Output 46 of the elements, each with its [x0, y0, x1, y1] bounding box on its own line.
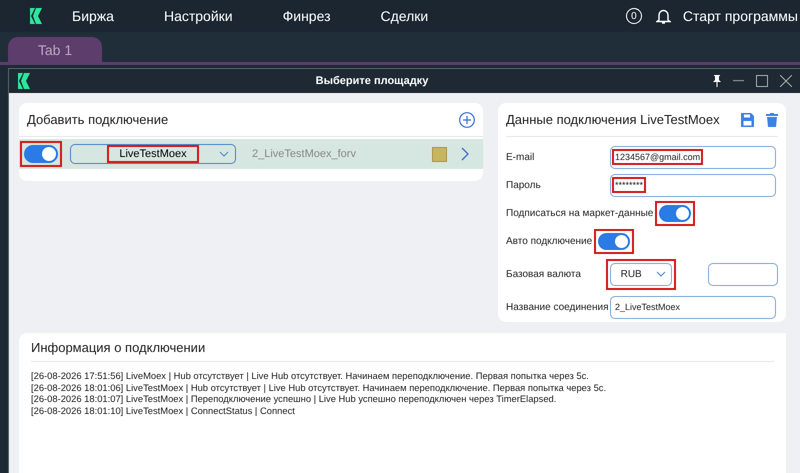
- logo-icon: [29, 7, 43, 25]
- card-title: Информация о подключении: [31, 340, 206, 354]
- logo-icon: [17, 72, 31, 90]
- maximize-icon[interactable]: [756, 75, 768, 87]
- field-label: Подписаться на маркет-данные: [506, 208, 654, 218]
- chevron-down-icon: [656, 271, 666, 277]
- tab[interactable]: Tab 1: [8, 37, 102, 62]
- trash-icon[interactable]: [766, 112, 778, 126]
- input-field[interactable]: ********: [610, 174, 776, 196]
- currency-dropdown[interactable]: RUB: [610, 262, 672, 286]
- notification-count[interactable]: 0: [626, 8, 642, 24]
- color-swatch[interactable]: [432, 146, 447, 162]
- save-icon[interactable]: [741, 112, 754, 126]
- chevron-down-icon: [219, 151, 229, 157]
- card-title: Добавить подключение: [27, 112, 168, 127]
- field-label: Название соединения: [506, 302, 610, 312]
- pin-icon[interactable]: [713, 75, 721, 87]
- field-label: Пароль: [506, 180, 542, 190]
- log-line: [26-08-2026 17:51:56] LiveMoex | Hub отсутствует | Live Hub отсутствует. Начинаем переподключение. Первая попытка через 5с.: [31, 370, 590, 382]
- field-label: Базовая валюта: [506, 268, 582, 280]
- window-title: Выберите площадку: [314, 75, 430, 87]
- menu-item[interactable]: Сделки: [380, 8, 428, 24]
- log-line: [26-08-2026 18:01:06] LiveTestMoex | Hub отсутствует | Live Hub отсутствует. Начинаем переподключение. Первая попытка через 5с.: [31, 382, 608, 393]
- close-icon[interactable]: [780, 75, 792, 87]
- menu-item[interactable]: Настройки: [164, 8, 233, 24]
- chevron-right-icon[interactable]: [461, 147, 469, 161]
- connection-name: 2_LiveTestMoex_forv: [252, 148, 357, 160]
- field-label: Авто подключение: [506, 236, 592, 246]
- bell-icon[interactable]: [656, 8, 671, 24]
- start-program-button[interactable]: Старт программы: [682, 8, 798, 24]
- toggle-switch[interactable]: [659, 204, 692, 222]
- input-field[interactable]: 2_LiveTestMoex: [610, 296, 776, 318]
- connection-row[interactable]: LiveTestMoex 2_LiveTestMoex_forv: [19, 139, 483, 169]
- input-field[interactable]: [708, 262, 778, 286]
- toggle-switch[interactable]: [598, 232, 630, 250]
- card-title: Данные подключения LiveTestMoex: [506, 112, 720, 127]
- field-label: E-mail: [506, 152, 536, 162]
- log-line: [26-08-2026 18:01:07] LiveTestMoex | Переподключение успешно | Live Hub успешно переподключен через TimerElapsed.: [31, 393, 558, 404]
- menu-item[interactable]: Биржа: [72, 8, 114, 24]
- exchange-dropdown[interactable]: LiveTestMoex: [70, 144, 236, 164]
- input-field[interactable]: 1234567@gmail.com: [610, 146, 776, 168]
- minimize-icon[interactable]: [733, 80, 744, 82]
- toggle-switch[interactable]: [24, 145, 58, 163]
- menu-item[interactable]: Финрез: [282, 8, 330, 24]
- add-icon[interactable]: [459, 112, 475, 128]
- log-line: [26-08-2026 18:01:10] LiveTestMoex | ConnectStatus | Connect: [31, 404, 296, 416]
